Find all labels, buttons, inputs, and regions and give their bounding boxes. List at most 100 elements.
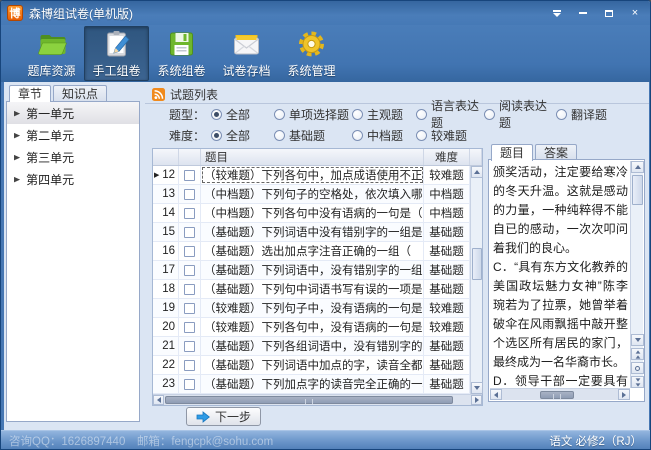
scroll-right-button[interactable] xyxy=(618,389,630,400)
row-checkbox[interactable] xyxy=(184,284,195,295)
header-difficulty[interactable]: 难度 xyxy=(424,149,470,165)
radio-diff-medium[interactable]: 中档题 xyxy=(352,127,416,144)
radio-icon[interactable] xyxy=(484,109,495,120)
scroll-left-button[interactable] xyxy=(153,395,164,405)
toolbar-item-question-bank[interactable]: 题库资源 xyxy=(19,26,84,81)
row-checkbox[interactable] xyxy=(184,170,195,181)
difficulty-cell: 基础题 xyxy=(424,356,470,374)
skin-button[interactable] xyxy=(546,5,568,21)
expand-icon[interactable]: ▶ xyxy=(14,153,20,161)
browse-up-button[interactable] xyxy=(631,348,644,360)
scroll-thumb[interactable] xyxy=(540,391,574,399)
question-cell[interactable]: （基础题）下列词语中没有错别字的一组是（ ）A... xyxy=(201,223,424,241)
toolbar-item-system-manage[interactable]: 系统管理 xyxy=(279,26,344,81)
maximize-button[interactable] xyxy=(598,5,620,21)
table-row[interactable]: ▶ 17 （基础题）下列词语中，没有错别字的一组是（ ... 基础题 xyxy=(153,261,470,280)
expand-icon[interactable]: ▶ xyxy=(14,175,20,183)
table-vertical-scrollbar[interactable] xyxy=(470,166,482,394)
tree-item-unit2[interactable]: ▶ 第二单元 xyxy=(7,124,139,146)
radio-icon[interactable] xyxy=(352,109,363,120)
minimize-button[interactable] xyxy=(572,5,594,21)
browse-down-button[interactable] xyxy=(631,376,644,388)
scroll-down-button[interactable] xyxy=(471,382,483,394)
radio-icon[interactable] xyxy=(274,109,285,120)
tab-question-preview[interactable]: 题目 xyxy=(491,144,533,161)
scroll-right-button[interactable] xyxy=(471,395,482,405)
radio-type-subjective[interactable]: 主观题 xyxy=(352,106,416,123)
table-row[interactable]: ▶ 22 （基础题）下列词语中加点的字，读音全都正确的一... 基础题 xyxy=(153,356,470,375)
table-row[interactable]: ▶ 15 （基础题）下列词语中没有错别字的一组是（ ）A... 基础题 xyxy=(153,223,470,242)
scroll-thumb[interactable] xyxy=(165,396,453,404)
question-cell[interactable]: （中档题）下列各句中没有语病的一句是（ ）A. ... xyxy=(201,204,424,222)
question-cell[interactable]: （较难题）下列各句中，加点成语使用不正确的一项... xyxy=(201,166,424,184)
row-checkbox[interactable] xyxy=(184,322,195,333)
close-button[interactable]: × xyxy=(624,5,646,21)
row-checkbox[interactable] xyxy=(184,341,195,352)
radio-icon[interactable] xyxy=(211,109,222,120)
radio-icon[interactable] xyxy=(556,109,567,120)
radio-type-translation[interactable]: 翻译题 xyxy=(556,106,607,123)
tab-knowledge-points[interactable]: 知识点 xyxy=(53,85,107,102)
table-row[interactable]: ▶ 16 （基础题）选出加点字注音正确的一组（ ） A. ... 基础题 xyxy=(153,242,470,261)
row-checkbox[interactable] xyxy=(184,379,195,390)
scroll-up-button[interactable] xyxy=(631,161,644,173)
question-cell[interactable]: （基础题）下列词语中加点的字，读音全都正确的一... xyxy=(201,356,424,374)
row-checkbox[interactable] xyxy=(184,303,195,314)
question-cell[interactable]: （基础题）下列加点字的读音完全正确的一项是（ ... xyxy=(201,375,424,393)
question-cell[interactable]: （基础题）下列句中词语书写有误的一项是（ ）A... xyxy=(201,280,424,298)
radio-icon[interactable] xyxy=(352,130,363,141)
next-step-button[interactable]: 下一步 xyxy=(186,407,261,426)
table-row[interactable]: ▶ 12 （较难题）下列各句中，加点成语使用不正确的一项... 较难题 xyxy=(153,166,470,185)
scroll-left-button[interactable] xyxy=(490,389,502,400)
toolbar-item-paper-archive[interactable]: 试卷存档 xyxy=(214,26,279,81)
radio-icon[interactable] xyxy=(274,130,285,141)
question-cell[interactable]: （基础题）选出加点字注音正确的一组（ ） A. ... xyxy=(201,242,424,260)
row-checkbox[interactable] xyxy=(184,265,195,276)
question-cell[interactable]: （基础题）下列词语中，没有错别字的一组是（ ... xyxy=(201,261,424,279)
question-cell[interactable]: （中档题）下列句子的空格处，依次填入哪一项词语... xyxy=(201,185,424,203)
expand-icon[interactable]: ▶ xyxy=(14,131,20,139)
radio-type-reading[interactable]: 阅读表达题 xyxy=(484,97,556,131)
table-row[interactable]: ▶ 23 （基础题）下列加点字的读音完全正确的一项是（ ... 基础题 xyxy=(153,375,470,394)
header-question[interactable]: 题目 xyxy=(201,149,424,165)
expand-icon[interactable]: ▶ xyxy=(14,109,20,117)
radio-type-all[interactable]: 全部 xyxy=(211,106,274,123)
scroll-up-button[interactable] xyxy=(471,166,483,178)
radio-icon[interactable] xyxy=(416,109,427,120)
row-checkbox[interactable] xyxy=(184,246,195,257)
table-row[interactable]: ▶ 21 （基础题）下列各组词语中，没有错别字的一项是（... 基础题 xyxy=(153,337,470,356)
preview-vertical-scrollbar[interactable] xyxy=(630,161,643,388)
row-checkbox[interactable] xyxy=(184,360,195,371)
radio-icon[interactable] xyxy=(416,130,427,141)
scroll-thumb[interactable] xyxy=(632,175,643,205)
tab-chapters[interactable]: 章节 xyxy=(9,85,51,102)
scroll-thumb[interactable] xyxy=(472,248,482,280)
question-cell[interactable]: （基础题）下列各组词语中，没有错别字的一项是（... xyxy=(201,337,424,355)
question-cell[interactable]: （较难题）下列句子中，没有语病的一句是（ ） A... xyxy=(201,299,424,317)
table-row[interactable]: ▶ 19 （较难题）下列句子中，没有语病的一句是（ ） A... 较难题 xyxy=(153,299,470,318)
tree-item-unit3[interactable]: ▶ 第三单元 xyxy=(7,146,139,168)
toolbar-item-manual-compose[interactable]: 手工组卷 xyxy=(84,26,149,81)
browse-select-button[interactable] xyxy=(631,362,644,374)
tree-item-unit1[interactable]: ▶ 第一单元 xyxy=(7,102,139,124)
difficulty-cell: 基础题 xyxy=(424,261,470,279)
preview-horizontal-scrollbar[interactable] xyxy=(490,388,630,400)
table-row[interactable]: ▶ 20 （较难题）下列各句中，没有语病的一句是（ ）... 较难题 xyxy=(153,318,470,337)
radio-diff-basic[interactable]: 基础题 xyxy=(274,127,352,144)
table-row[interactable]: ▶ 14 （中档题）下列各句中没有语病的一句是（ ）A. ... 中档题 xyxy=(153,204,470,223)
row-checkbox[interactable] xyxy=(184,208,195,219)
scroll-down-button[interactable] xyxy=(631,334,644,346)
radio-type-single-choice[interactable]: 单项选择题 xyxy=(274,106,352,123)
row-checkbox[interactable] xyxy=(184,189,195,200)
question-cell[interactable]: （较难题）下列各句中，没有语病的一句是（ ）... xyxy=(201,318,424,336)
tree-item-unit4[interactable]: ▶ 第四单元 xyxy=(7,168,139,190)
table-horizontal-scrollbar[interactable] xyxy=(153,394,482,405)
radio-icon[interactable] xyxy=(211,130,222,141)
table-row[interactable]: ▶ 13 （中档题）下列句子的空格处，依次填入哪一项词语... 中档题 xyxy=(153,185,470,204)
radio-diff-all[interactable]: 全部 xyxy=(211,127,274,144)
row-checkbox[interactable] xyxy=(184,227,195,238)
chapter-tree: ▶ 第一单元 ▶ 第二单元 ▶ 第三单元 ▶ 第四单元 xyxy=(6,101,140,422)
table-row[interactable]: ▶ 18 （基础题）下列句中词语书写有误的一项是（ ）A... 基础题 xyxy=(153,280,470,299)
radio-diff-hard[interactable]: 较难题 xyxy=(416,127,484,144)
toolbar-item-system-compose[interactable]: 系统组卷 xyxy=(149,26,214,81)
